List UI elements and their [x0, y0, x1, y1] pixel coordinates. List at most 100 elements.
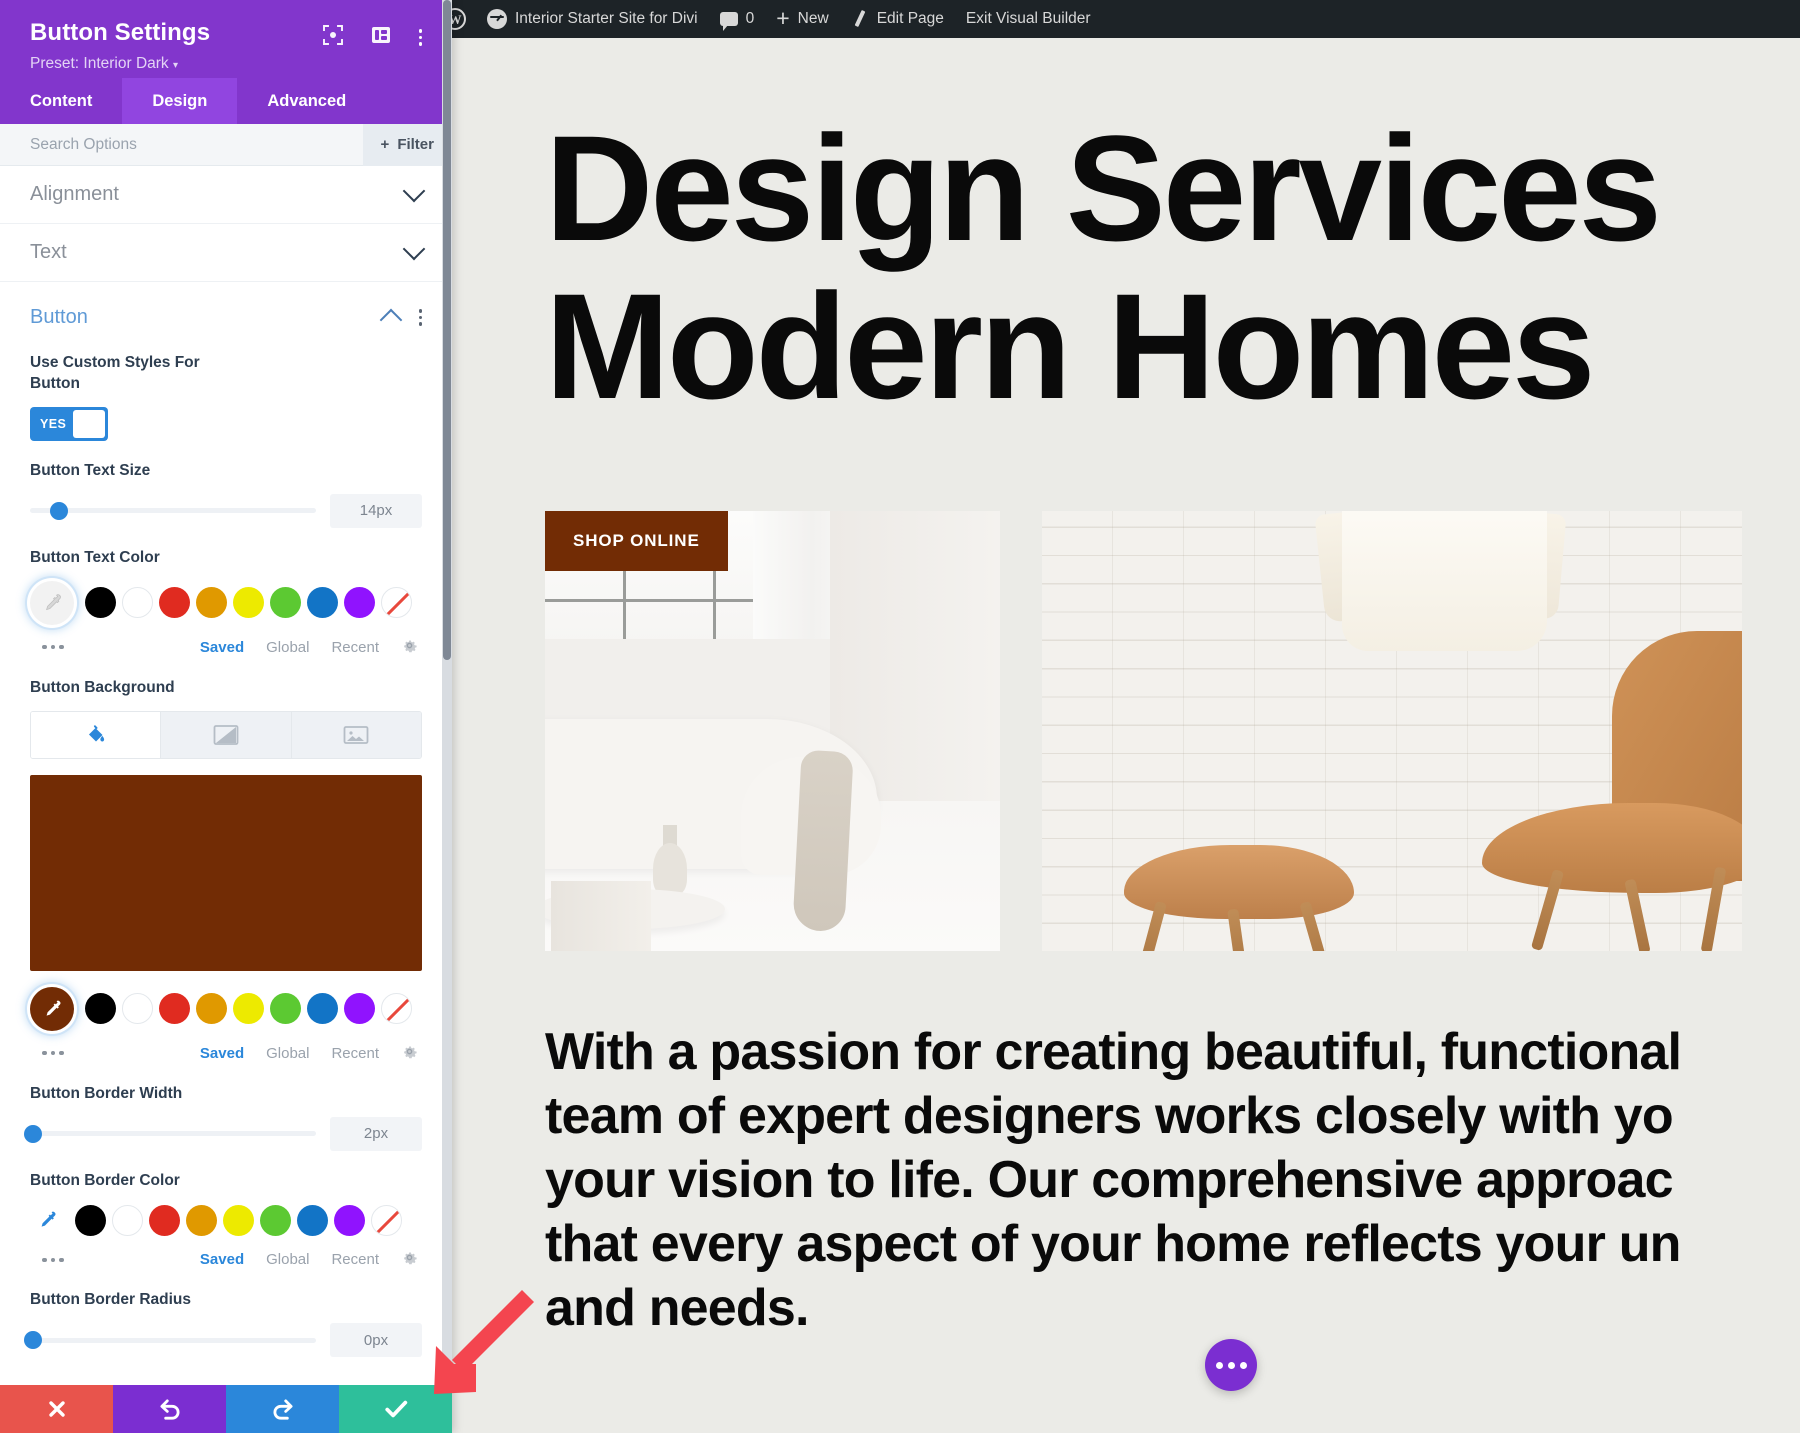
- button-text-size-value[interactable]: 14px: [330, 493, 422, 528]
- search-input[interactable]: [30, 135, 270, 154]
- swatch-green[interactable]: [270, 587, 301, 619]
- body-line-2: team of expert designers works closely w…: [545, 1086, 1674, 1145]
- scrollbar-thumb[interactable]: [443, 0, 451, 660]
- slider-knob[interactable]: [23, 1331, 42, 1350]
- tab-recent-colors[interactable]: Recent: [331, 639, 379, 656]
- section-kebab-menu-icon[interactable]: [418, 309, 422, 326]
- swatch-purple[interactable]: [344, 587, 375, 619]
- button-border-width-value[interactable]: 2px: [330, 1116, 422, 1151]
- layout-icon[interactable]: [371, 25, 391, 50]
- body-line-3: your vision to life. Our comprehensive a…: [545, 1150, 1674, 1209]
- button-border-radius-slider[interactable]: [23, 1331, 316, 1350]
- save-button[interactable]: [339, 1385, 452, 1433]
- dashboard-icon: [487, 9, 507, 29]
- filter-button[interactable]: + Filter: [362, 123, 452, 166]
- redo-button[interactable]: [226, 1385, 339, 1433]
- swatch-transparent[interactable]: [381, 587, 412, 619]
- swatch-yellow[interactable]: [233, 993, 264, 1025]
- swatch-purple[interactable]: [344, 993, 375, 1025]
- throw-blanket-shape: [792, 749, 854, 933]
- site-name-button[interactable]: Interior Starter Site for Divi: [476, 0, 709, 38]
- cancel-button[interactable]: [0, 1385, 113, 1433]
- wordpress-admin-bar: Interior Starter Site for Divi 0 + New E…: [430, 0, 1800, 38]
- gear-icon[interactable]: [401, 1043, 418, 1064]
- tab-global-colors[interactable]: Global: [266, 639, 309, 656]
- swatch-blue[interactable]: [307, 587, 338, 619]
- gear-icon[interactable]: [401, 1249, 418, 1270]
- swatch-yellow[interactable]: [223, 1204, 254, 1236]
- section-alignment[interactable]: Alignment: [0, 166, 452, 224]
- edit-page-button[interactable]: Edit Page: [840, 0, 955, 38]
- tab-global-colors[interactable]: Global: [266, 1045, 309, 1062]
- swatch-white[interactable]: [122, 587, 153, 619]
- toggle-knob: [73, 409, 105, 438]
- swatch-red[interactable]: [159, 993, 190, 1025]
- preset-selector[interactable]: Preset: Interior Dark ▾: [30, 55, 210, 73]
- exit-visual-builder-button[interactable]: Exit Visual Builder: [955, 0, 1102, 38]
- background-type-gradient[interactable]: [161, 711, 292, 758]
- gear-icon[interactable]: [401, 637, 418, 658]
- background-type-tabs: [30, 710, 422, 759]
- divi-more-options-button[interactable]: [1205, 1339, 1257, 1391]
- swatch-black[interactable]: [85, 587, 116, 619]
- tab-saved-colors[interactable]: Saved: [200, 1251, 244, 1268]
- panel-action-bar: [0, 1385, 452, 1433]
- fullscreen-icon[interactable]: [322, 25, 343, 50]
- section-text[interactable]: Text: [0, 224, 452, 282]
- tab-content[interactable]: Content: [0, 78, 122, 124]
- background-type-image[interactable]: [291, 711, 421, 758]
- tab-design[interactable]: Design: [122, 78, 238, 124]
- undo-button[interactable]: [113, 1385, 226, 1433]
- color-picker-selected-text-color[interactable]: [30, 580, 74, 625]
- color-picker-selected-background[interactable]: [30, 986, 74, 1031]
- panel-options-scroll-area[interactable]: Alignment Text Button Use Custom Styles …: [0, 166, 452, 1433]
- button-text-size-slider[interactable]: [30, 501, 316, 520]
- swatch-orange[interactable]: [196, 993, 227, 1025]
- swatch-white[interactable]: [112, 1204, 143, 1236]
- shop-online-button[interactable]: SHOP ONLINE: [545, 511, 728, 571]
- tab-advanced[interactable]: Advanced: [237, 78, 376, 124]
- swatch-purple[interactable]: [334, 1204, 365, 1236]
- swatch-transparent[interactable]: [371, 1204, 402, 1236]
- panel-kebab-menu-icon[interactable]: [418, 29, 422, 46]
- button-border-color-label: Button Border Color: [30, 1171, 180, 1189]
- button-border-width-slider[interactable]: [23, 1124, 316, 1143]
- swatch-red[interactable]: [159, 587, 190, 619]
- more-colors-icon[interactable]: [42, 1257, 64, 1263]
- hero-title-line-2: Modern Homes: [545, 261, 1595, 430]
- color-picker-border-color[interactable]: [30, 1203, 64, 1237]
- chevron-up-icon[interactable]: [379, 308, 402, 331]
- exit-visual-builder-label: Exit Visual Builder: [965, 10, 1091, 27]
- tab-saved-colors[interactable]: Saved: [200, 1045, 244, 1062]
- use-custom-styles-toggle[interactable]: YES: [30, 406, 108, 441]
- tab-recent-colors[interactable]: Recent: [331, 1251, 379, 1268]
- slider-knob[interactable]: [23, 1124, 42, 1143]
- slider-knob[interactable]: [49, 501, 68, 520]
- tab-saved-colors[interactable]: Saved: [200, 639, 244, 656]
- section-button-header[interactable]: Button: [0, 282, 452, 333]
- tab-global-colors[interactable]: Global: [266, 1251, 309, 1268]
- button-border-radius-value[interactable]: 0px: [330, 1323, 422, 1358]
- button-background-color-preview[interactable]: [30, 774, 422, 971]
- swatch-black[interactable]: [85, 993, 116, 1025]
- swatch-blue[interactable]: [297, 1204, 328, 1236]
- tab-recent-colors[interactable]: Recent: [331, 1045, 379, 1062]
- swatch-transparent[interactable]: [381, 993, 412, 1025]
- swatch-white[interactable]: [122, 993, 153, 1025]
- new-content-button[interactable]: + New: [765, 0, 839, 38]
- comments-button[interactable]: 0: [709, 0, 766, 38]
- button-text-color-swatches: [30, 580, 422, 625]
- background-type-color[interactable]: [31, 711, 162, 758]
- swatch-blue[interactable]: [307, 993, 338, 1025]
- more-colors-icon[interactable]: [42, 1050, 64, 1056]
- swatch-orange[interactable]: [196, 587, 227, 619]
- swatch-green[interactable]: [260, 1204, 291, 1236]
- swatch-yellow[interactable]: [233, 587, 264, 619]
- dot-2: [1227, 1361, 1235, 1369]
- swatch-green[interactable]: [270, 993, 301, 1025]
- swatch-red[interactable]: [149, 1204, 180, 1236]
- swatch-orange[interactable]: [186, 1204, 217, 1236]
- more-colors-icon[interactable]: [42, 644, 64, 650]
- swatch-black[interactable]: [75, 1204, 106, 1236]
- panel-scrollbar[interactable]: [442, 0, 452, 1433]
